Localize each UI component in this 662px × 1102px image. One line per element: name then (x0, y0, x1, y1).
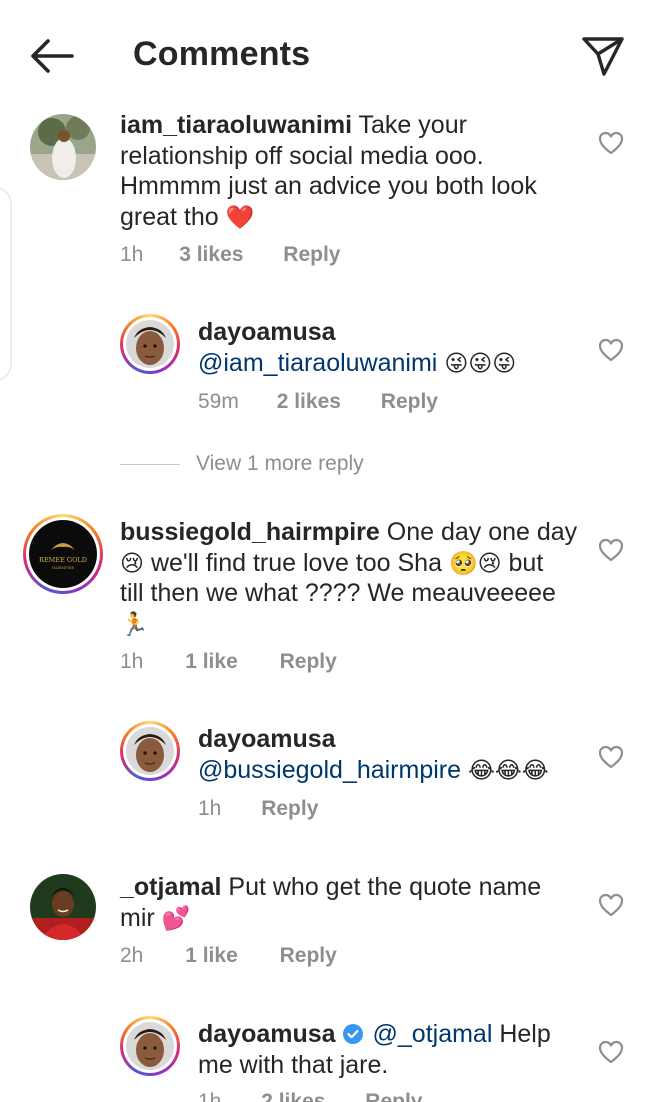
comment-body: me with that jare. (198, 1050, 389, 1079)
comment-time: 1h (198, 797, 222, 820)
two-hearts-emoji: 💕 (161, 905, 191, 932)
running-emoji: 🏃 (120, 611, 149, 638)
like-heart-icon[interactable] (598, 131, 624, 155)
avatar[interactable]: REMEE GOLD HAIRMPIRE (23, 514, 103, 594)
comment-text: iam_tiaraoluwanimi Take your relationshi… (120, 110, 590, 232)
comment-body: relationship off social media ooo. (120, 141, 484, 170)
like-heart-icon[interactable] (598, 1040, 624, 1064)
comment-body: we'll find true love too Sha (150, 548, 442, 577)
comment-username[interactable]: dayoamusa (198, 318, 336, 346)
avatar[interactable] (30, 114, 96, 180)
back-arrow-icon[interactable] (28, 36, 76, 76)
comment-username[interactable]: dayoamusa (198, 725, 336, 753)
avatar[interactable] (30, 874, 96, 940)
laughing-emoji: 😂😂😂 (467, 757, 549, 784)
comment-time: 59m (198, 390, 239, 413)
comment-body: mir (120, 903, 155, 932)
comment-meta: 1h 1 like Reply (120, 650, 337, 674)
reply-text: dayoamusa @bussiegold_hairmpire 😂😂😂 (198, 724, 588, 785)
like-heart-icon[interactable] (598, 338, 624, 362)
pleading-emoji: 🥺😢 (448, 550, 502, 577)
comment-body: Help (499, 1020, 551, 1048)
comment-body: Put who get the quote name (228, 873, 542, 901)
comment-meta: 2h 1 like Reply (120, 944, 337, 968)
like-heart-icon[interactable] (598, 745, 624, 769)
like-heart-icon[interactable] (598, 893, 624, 917)
comment-username[interactable]: bussiegold_hairmpire (120, 518, 380, 546)
heart-emoji: ❤️ (225, 204, 255, 231)
comment-username[interactable]: dayoamusa (198, 1020, 336, 1048)
divider (120, 463, 180, 466)
tongue-wink-emoji: 😜😜😜 (444, 350, 517, 377)
header: Comments (0, 0, 662, 112)
comment-body: Take your (358, 111, 467, 139)
comment-username[interactable]: _otjamal (120, 873, 221, 901)
like-count[interactable]: 3 likes (179, 243, 243, 267)
reply-text: dayoamusa @iam_tiaraoluwanimi 😜😜😜 (198, 317, 588, 378)
comment-time: 1h (120, 243, 144, 266)
comment-body: One day one day (386, 518, 578, 546)
comment-body: till then we what ???? We meauveeeee (120, 579, 556, 607)
reply-button[interactable]: Reply (280, 650, 337, 674)
comment-text: bussiegold_hairmpire One day one day 😢 w… (120, 517, 590, 639)
comment-meta: 1h 2 likes Reply (198, 1090, 422, 1102)
like-heart-icon[interactable] (598, 538, 624, 562)
page-title: Comments (133, 35, 311, 73)
avatar[interactable] (120, 314, 180, 374)
comment-time: 2h (120, 944, 144, 967)
reply-button[interactable]: Reply (261, 797, 318, 821)
mention-link[interactable]: @bussiegold_hairmpire (198, 756, 461, 784)
like-count[interactable]: 2 likes (277, 390, 341, 414)
mention-link[interactable]: @iam_tiaraoluwanimi (198, 349, 437, 377)
avatar[interactable] (120, 1016, 180, 1076)
comment-body: Hmmmm just an advice you both look (120, 172, 537, 200)
svg-text:REMEE GOLD: REMEE GOLD (39, 556, 87, 564)
verified-badge-icon (342, 1022, 364, 1044)
comment-time: 1h (198, 1090, 222, 1102)
svg-text:HAIRMPIRE: HAIRMPIRE (52, 566, 75, 570)
direct-share-icon[interactable] (580, 34, 626, 78)
comment-time: 1h (120, 650, 144, 673)
comment-text: _otjamal Put who get the quote name mir … (120, 872, 590, 933)
comment-meta: 1h 3 likes Reply (120, 243, 340, 267)
like-count[interactable]: 1 like (185, 944, 238, 968)
crying-emoji: 😢 (120, 550, 144, 577)
reply-button[interactable]: Reply (280, 944, 337, 968)
avatar[interactable] (120, 721, 180, 781)
like-count[interactable]: 1 like (185, 650, 238, 674)
comment-meta: 59m 2 likes Reply (198, 390, 438, 414)
comment-body: great tho (120, 202, 219, 231)
reply-button[interactable]: Reply (365, 1090, 422, 1102)
view-more-replies[interactable]: View 1 more reply (120, 452, 364, 476)
reply-button[interactable]: Reply (283, 243, 340, 267)
sticker-panel-edge[interactable] (0, 186, 12, 382)
like-count[interactable]: 2 likes (261, 1090, 325, 1102)
mention-link[interactable]: @_otjamal (373, 1020, 493, 1048)
reply-button[interactable]: Reply (381, 390, 438, 414)
view-more-label[interactable]: View 1 more reply (196, 452, 364, 475)
reply-text: dayoamusa @_otjamal Help me with that ja… (198, 1019, 588, 1080)
comment-meta: 1h Reply (198, 797, 318, 821)
comment-body: but (508, 548, 544, 577)
comment-username[interactable]: iam_tiaraoluwanimi (120, 111, 352, 139)
